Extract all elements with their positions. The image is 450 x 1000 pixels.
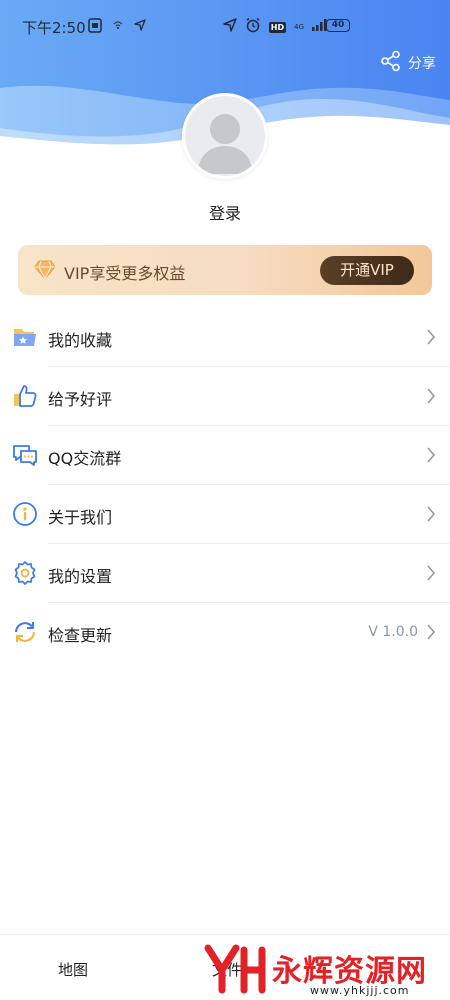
- favorite-folder-icon: [12, 324, 38, 350]
- navigation-arrow-icon: [134, 19, 146, 35]
- app-version-text: V 1.0.0: [368, 624, 418, 640]
- vip-promo-text: VIP享受更多权益: [64, 264, 186, 283]
- thumbs-up-icon: [12, 383, 38, 409]
- chevron-right-icon: [426, 565, 436, 585]
- open-vip-button[interactable]: 开通VIP: [320, 256, 414, 285]
- chevron-right-icon: [426, 447, 436, 467]
- notification-app-icon: [88, 17, 102, 37]
- menu-item-label: 检查更新: [48, 626, 113, 645]
- menu-item-qq-group[interactable]: QQ交流群: [0, 426, 450, 485]
- menu-item-settings[interactable]: 我的设置: [0, 544, 450, 603]
- share-label: 分享: [408, 56, 436, 72]
- watermark-url-text: www.yhkjjj.com: [310, 984, 410, 997]
- battery-level-text: 40: [331, 20, 345, 30]
- menu-item-label: 我的收藏: [48, 331, 113, 350]
- default-avatar-icon: [197, 114, 253, 174]
- settings-menu: 我的收藏 给予好评 QQ交流群 关于我们 我的设置 检查更新 V 1.0.0: [0, 308, 450, 662]
- menu-item-label: 我的设置: [48, 567, 113, 586]
- chevron-right-icon: [426, 388, 436, 408]
- menu-item-label: 给予好评: [48, 390, 113, 409]
- menu-item-label: QQ交流群: [48, 449, 122, 468]
- login-link[interactable]: 登录: [0, 200, 450, 224]
- location-arrow-icon: [223, 18, 237, 36]
- menu-item-rate-us[interactable]: 给予好评: [0, 367, 450, 426]
- chevron-right-icon: [426, 624, 436, 644]
- info-icon: [12, 501, 38, 527]
- share-button[interactable]: 分享: [380, 50, 436, 76]
- watermark-logo: 永辉资源网 www.yhkjjj.com: [200, 940, 440, 997]
- status-time: 下午2:50: [22, 19, 86, 37]
- watermark-emblem-icon: [204, 944, 266, 994]
- avatar[interactable]: [182, 93, 268, 179]
- battery-icon: 40: [326, 19, 350, 32]
- chevron-right-icon: [426, 329, 436, 349]
- diamond-icon: [34, 260, 56, 284]
- network-type-label: 4G: [294, 22, 304, 31]
- refresh-icon: [12, 619, 38, 645]
- hd-badge: HD: [268, 21, 287, 33]
- menu-item-check-update[interactable]: 检查更新 V 1.0.0: [0, 603, 450, 662]
- chevron-right-icon: [426, 506, 436, 526]
- menu-item-favorites[interactable]: 我的收藏: [0, 308, 450, 367]
- menu-item-label: 关于我们: [48, 508, 113, 527]
- share-icon: [380, 50, 402, 76]
- tab-map[interactable]: 地图: [58, 959, 88, 980]
- settings-gear-icon: [12, 560, 38, 586]
- wifi-signal-icon: [112, 19, 124, 35]
- vip-promo-card[interactable]: VIP享受更多权益 开通VIP: [18, 245, 432, 295]
- chat-group-icon: [12, 442, 38, 468]
- menu-item-about-us[interactable]: 关于我们: [0, 485, 450, 544]
- alarm-clock-icon: [245, 17, 261, 37]
- status-bar: 下午2:50 HD 4G 40: [0, 0, 450, 52]
